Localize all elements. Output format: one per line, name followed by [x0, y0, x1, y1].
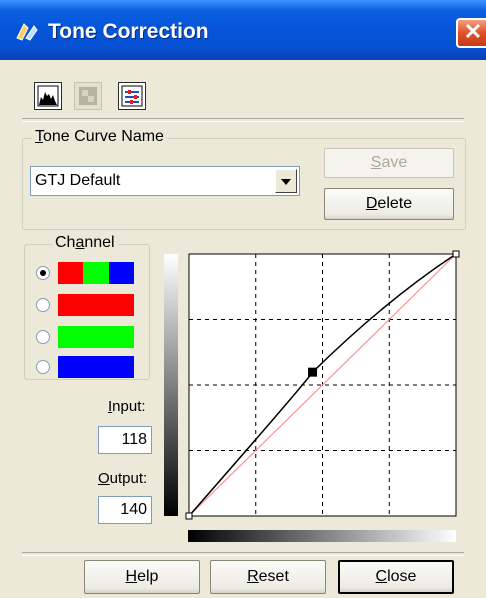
input-label: Input:: [108, 398, 146, 415]
close-window-button[interactable]: ✕: [456, 18, 486, 48]
tone-adjust-button[interactable]: [118, 82, 146, 110]
dropdown-arrow-icon[interactable]: [275, 169, 297, 193]
channel-radio-red[interactable]: [36, 298, 50, 312]
close-label-mnemonic: C: [375, 568, 388, 585]
toolbar-separator: [22, 118, 464, 122]
channel-swatch-red[interactable]: [58, 294, 134, 316]
tone-curve-graph[interactable]: [160, 250, 470, 550]
channel-swatch-rgb[interactable]: [83, 262, 109, 284]
app-icon: [16, 23, 38, 41]
channel-swatch-green[interactable]: [58, 326, 134, 348]
curve-control-point[interactable]: [452, 250, 460, 258]
output-gradient-bar: [164, 254, 178, 516]
tone-curve-label-mnemonic: T: [35, 128, 43, 145]
channel-swatch-rgb[interactable]: [108, 262, 134, 284]
curve-control-point[interactable]: [185, 512, 193, 520]
reset-label-mnemonic: R: [247, 568, 259, 585]
reset-button[interactable]: Reset: [210, 560, 326, 594]
histogram-icon: [37, 85, 59, 107]
tone-curve-select-value: GTJ Default: [35, 172, 121, 189]
output-label: Output:: [98, 470, 147, 487]
image-adjustment-button[interactable]: [74, 82, 102, 110]
window-title: Tone Correction: [48, 20, 209, 43]
channel-label-a: Ch: [55, 234, 76, 251]
footer-separator: [22, 552, 464, 556]
image-adjustment-icon: [79, 87, 97, 105]
save-label-rest: ave: [381, 154, 408, 171]
channel-swatch-blue[interactable]: [58, 356, 134, 378]
output-value-field[interactable]: 140: [98, 496, 152, 524]
tone-adjust-icon: [121, 85, 143, 107]
delete-label-mnemonic: D: [365, 195, 378, 212]
save-button[interactable]: Save: [324, 148, 454, 178]
channel-radio-green[interactable]: [36, 330, 50, 344]
channel-group-label: Channel: [52, 234, 118, 252]
channel-swatch-rgb[interactable]: [58, 262, 84, 284]
help-label-mnemonic: H: [125, 568, 138, 585]
input-value-field[interactable]: 118: [98, 426, 152, 454]
title-bar: Tone Correction ✕: [0, 0, 486, 60]
histogram-button[interactable]: [34, 82, 62, 110]
curve-control-point[interactable]: [308, 367, 318, 377]
tone-curve-group-label: Tone Curve Name: [32, 128, 167, 146]
channel-radio-blue[interactable]: [36, 360, 50, 374]
help-button[interactable]: Help: [84, 560, 200, 594]
reset-label-rest: eset: [258, 568, 289, 585]
help-label-rest: elp: [137, 568, 159, 585]
channel-label-rest: nnel: [84, 234, 115, 251]
delete-label-rest: elete: [377, 195, 413, 212]
delete-button[interactable]: Delete: [324, 188, 454, 220]
input-label-rest: nput:: [112, 398, 146, 415]
output-label-rest: utput:: [109, 470, 148, 487]
input-gradient-bar: [188, 530, 456, 542]
save-label-mnemonic: S: [370, 154, 382, 171]
tone-curve-label-rest: one Curve Name: [43, 128, 164, 145]
close-label-rest: lose: [387, 568, 417, 585]
output-label-mnemonic: O: [98, 470, 110, 487]
tone-curve-select[interactable]: GTJ Default: [30, 166, 300, 196]
channel-radio-rgb[interactable]: [36, 266, 50, 280]
close-button[interactable]: Close: [338, 560, 454, 594]
